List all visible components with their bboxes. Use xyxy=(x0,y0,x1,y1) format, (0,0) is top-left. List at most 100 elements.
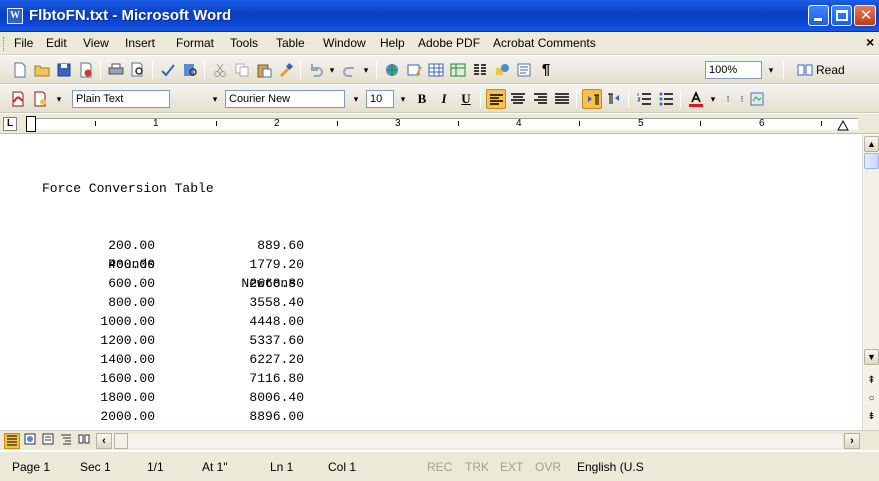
undo-button[interactable] xyxy=(306,60,326,80)
columns-button[interactable] xyxy=(470,60,490,80)
menu-table[interactable]: Table xyxy=(276,36,305,50)
align-left-button[interactable] xyxy=(486,89,506,109)
status-column[interactable]: Col 1 xyxy=(328,460,356,474)
outline-view-button[interactable] xyxy=(58,433,74,449)
copy-button[interactable] xyxy=(232,60,252,80)
maximize-button[interactable] xyxy=(831,5,852,26)
open-button[interactable] xyxy=(32,60,52,80)
spelling-button[interactable] xyxy=(158,60,178,80)
save-button[interactable] xyxy=(54,60,74,80)
scroll-up-button[interactable]: ▲ xyxy=(864,136,879,152)
normal-view-button[interactable] xyxy=(4,433,20,449)
font-color-button[interactable] xyxy=(686,89,706,109)
research-button[interactable] xyxy=(180,60,200,80)
insert-table-button[interactable] xyxy=(426,60,446,80)
scroll-left-button[interactable]: ‹ xyxy=(96,433,112,449)
first-line-indent-marker[interactable] xyxy=(26,116,36,132)
minimize-button[interactable] xyxy=(808,5,829,26)
style-dropdown-arrow[interactable]: ▾ xyxy=(208,90,222,108)
close-document-button[interactable]: × xyxy=(866,34,874,50)
undo-dropdown[interactable]: ▾ xyxy=(325,61,339,79)
zoom-dropdown[interactable]: 100% xyxy=(705,61,762,79)
horizontal-scroll-track[interactable] xyxy=(112,434,842,448)
scroll-down-button[interactable]: ▼ xyxy=(864,349,879,365)
font-dropdown[interactable]: Courier New xyxy=(225,90,345,108)
horizontal-ruler[interactable]: L 1 2 3 4 5 6 xyxy=(0,114,879,134)
insert-excel-button[interactable] xyxy=(448,60,468,80)
paste-button[interactable] xyxy=(254,60,274,80)
align-center-button[interactable] xyxy=(508,89,528,109)
status-ovr[interactable]: OVR xyxy=(535,460,561,474)
menu-adobe-pdf[interactable]: Adobe PDF xyxy=(418,36,480,50)
permission-button[interactable] xyxy=(76,60,96,80)
status-section[interactable]: Sec 1 xyxy=(80,460,111,474)
tab-selector[interactable]: L xyxy=(3,117,17,131)
status-page-count[interactable]: 1/1 xyxy=(147,460,164,474)
menu-tools[interactable]: Tools xyxy=(230,36,258,50)
font-color-dropdown[interactable]: ▾ xyxy=(706,90,720,108)
menu-format[interactable]: Format xyxy=(176,36,214,50)
font-dropdown-arrow[interactable]: ▾ xyxy=(349,90,363,108)
menu-view[interactable]: View xyxy=(83,36,109,50)
pdf-email-button[interactable] xyxy=(30,89,50,109)
close-button[interactable]: ✕ xyxy=(854,5,876,26)
justify-button[interactable] xyxy=(552,89,572,109)
status-line[interactable]: Ln 1 xyxy=(270,460,293,474)
font-size-dropdown-arrow[interactable]: ▾ xyxy=(396,90,410,108)
scroll-right-button[interactable]: › xyxy=(844,433,860,449)
underline-button[interactable]: U xyxy=(456,89,476,109)
web-layout-view-button[interactable] xyxy=(22,433,38,449)
numbering-button[interactable] xyxy=(634,89,654,109)
print-layout-view-button[interactable] xyxy=(40,433,56,449)
redo-button[interactable] xyxy=(340,60,360,80)
new-document-button[interactable] xyxy=(10,60,30,80)
style-dropdown[interactable]: Plain Text xyxy=(72,90,170,108)
research-pane-button[interactable] xyxy=(747,89,767,109)
horizontal-scroll-thumb[interactable] xyxy=(114,433,128,449)
menu-file[interactable]: File xyxy=(14,36,33,50)
status-ext[interactable]: EXT xyxy=(500,460,523,474)
word-document-icon[interactable]: W xyxy=(7,8,23,24)
right-to-left-button[interactable] xyxy=(604,89,624,109)
zoom-dropdown-arrow[interactable]: ▾ xyxy=(764,61,778,79)
print-button[interactable] xyxy=(106,60,126,80)
status-at[interactable]: At 1" xyxy=(202,460,228,474)
left-to-right-button[interactable] xyxy=(582,89,602,109)
bullets-button[interactable] xyxy=(656,89,676,109)
status-page[interactable]: Page 1 xyxy=(12,460,50,474)
menu-acrobat-comments[interactable]: Acrobat Comments xyxy=(493,36,596,50)
menu-window[interactable]: Window xyxy=(323,36,366,50)
show-hide-formatting-button[interactable]: ¶ xyxy=(536,60,556,80)
drawing-button[interactable] xyxy=(492,60,512,80)
cut-button[interactable] xyxy=(210,60,230,80)
adobe-pdf-button[interactable] xyxy=(8,89,28,109)
status-trk[interactable]: TRK xyxy=(465,460,489,474)
format-painter-button[interactable] xyxy=(276,60,296,80)
redo-dropdown[interactable]: ▾ xyxy=(359,61,373,79)
vertical-scrollbar[interactable]: ▲ ▼ ⇞ ○ ⇟ xyxy=(862,135,879,430)
previous-page-button[interactable]: ⇞ xyxy=(864,373,879,389)
menu-help[interactable]: Help xyxy=(380,36,405,50)
bold-button[interactable]: B xyxy=(412,89,432,109)
print-preview-button[interactable] xyxy=(128,60,148,80)
menu-edit[interactable]: Edit xyxy=(46,36,67,50)
toolbar-options[interactable]: ⁝ xyxy=(721,90,735,108)
status-language[interactable]: English (U.S xyxy=(577,460,644,474)
menu-insert[interactable]: Insert xyxy=(125,36,155,50)
title-bar[interactable]: W FlbtoFN.txt - Microsoft Word ✕ xyxy=(0,0,879,32)
next-page-button[interactable]: ⇟ xyxy=(864,409,879,425)
align-right-button[interactable] xyxy=(530,89,550,109)
font-size-dropdown[interactable]: 10 xyxy=(366,90,394,108)
document-page[interactable]: Force Conversion Table Pounds Newtons 20… xyxy=(0,135,862,430)
status-rec[interactable]: REC xyxy=(427,460,452,474)
select-browse-object-button[interactable]: ○ xyxy=(864,391,879,407)
italic-button[interactable]: I xyxy=(434,89,454,109)
read-button[interactable]: Read xyxy=(794,60,854,80)
insert-hyperlink-button[interactable] xyxy=(382,60,402,80)
pdf-toolbar-options[interactable]: ▾ xyxy=(52,90,66,108)
tables-borders-button[interactable] xyxy=(404,60,424,80)
vertical-scroll-thumb[interactable] xyxy=(864,153,879,169)
menu-grip[interactable] xyxy=(3,37,5,51)
document-map-button[interactable] xyxy=(514,60,534,80)
reading-layout-view-button[interactable] xyxy=(76,433,92,449)
